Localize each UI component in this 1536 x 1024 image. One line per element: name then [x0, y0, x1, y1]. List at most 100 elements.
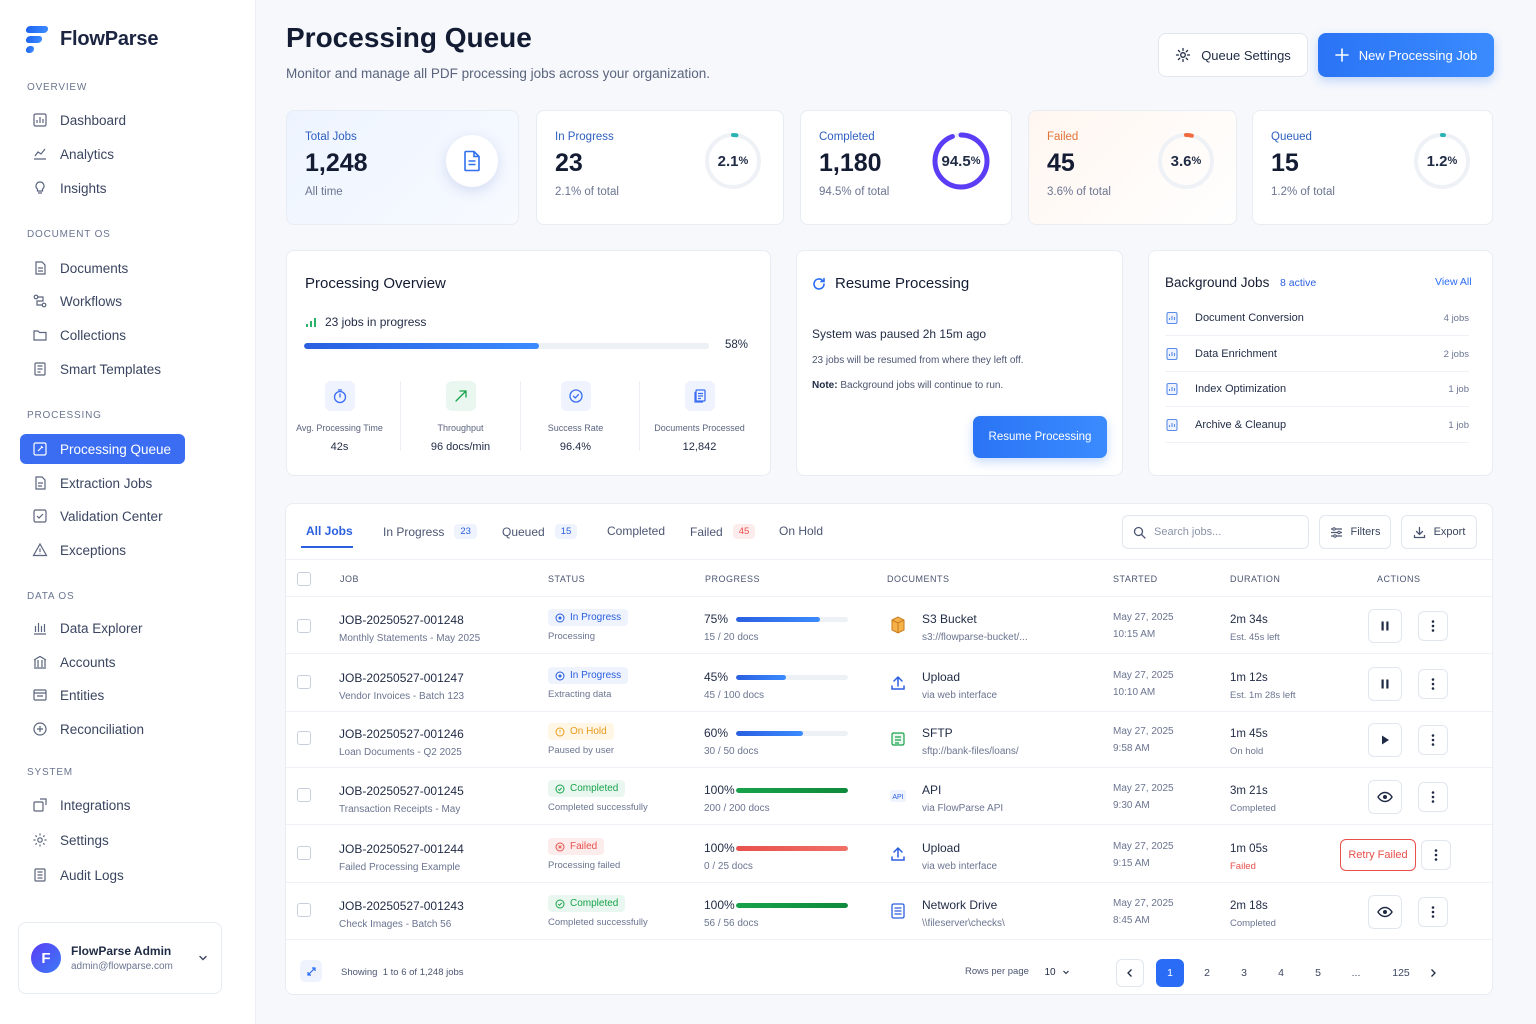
sidebar-item-settings[interactable]: Settings: [20, 825, 185, 855]
sidebar-item-label: Dashboard: [60, 112, 127, 128]
sidebar-item-exceptions[interactable]: Exceptions: [20, 535, 185, 565]
row-menu-button[interactable]: [1418, 782, 1448, 812]
search-input[interactable]: [1154, 526, 1294, 538]
metric-label: Documents Processed: [654, 423, 745, 433]
sidebar-item-workflows[interactable]: Workflows: [20, 286, 185, 316]
sidebar-item-accounts[interactable]: Accounts: [20, 647, 185, 677]
sidebar-item-extraction-jobs[interactable]: Extraction Jobs: [20, 468, 185, 498]
document-icon: [32, 260, 48, 276]
job-id[interactable]: JOB-20250527-001246: [339, 727, 464, 741]
background-job-row[interactable]: Data Enrichment 2 jobs: [1165, 337, 1469, 372]
row-checkbox[interactable]: [297, 846, 311, 860]
row-menu-button[interactable]: [1421, 840, 1451, 870]
documents-icon: [684, 381, 715, 411]
column-header: DOCUMENTS: [887, 574, 950, 584]
view-all-link[interactable]: View All: [1435, 276, 1472, 288]
sidebar-item-validation-center[interactable]: Validation Center: [20, 501, 185, 531]
user-card[interactable]: F FlowParse Admin admin@flowparse.com: [18, 922, 222, 994]
next-page-button[interactable]: [1419, 959, 1447, 987]
select-all-checkbox[interactable]: [297, 572, 311, 586]
page-button[interactable]: 125: [1384, 959, 1418, 987]
progress-docs: 30 / 50 docs: [704, 746, 759, 757]
tab-count: 23: [454, 524, 477, 539]
background-job-row[interactable]: Index Optimization 1 job: [1165, 372, 1469, 407]
sidebar-item-data-explorer[interactable]: Data Explorer: [20, 613, 185, 643]
job-id[interactable]: JOB-20250527-001248: [339, 613, 480, 627]
percent-sign: %: [1447, 155, 1458, 167]
row-checkbox[interactable]: [297, 731, 311, 745]
job-id[interactable]: JOB-20250527-001245: [339, 784, 464, 798]
row-checkbox[interactable]: [297, 619, 311, 633]
column-header: STATUS: [548, 574, 586, 584]
flowparse-logo-icon: [24, 24, 50, 54]
job-id[interactable]: JOB-20250527-001247: [339, 671, 464, 685]
row-checkbox[interactable]: [297, 675, 311, 689]
table-row[interactable]: JOB-20250527-001248 Monthly Statements -…: [286, 597, 1492, 654]
s3-bucket-icon: [887, 614, 909, 636]
table-row[interactable]: JOB-20250527-001246 Loan Documents - Q2 …: [286, 711, 1492, 768]
new-processing-job-button[interactable]: New Processing Job: [1318, 33, 1494, 77]
source-detail: via web interface: [922, 861, 998, 872]
job-id[interactable]: JOB-20250527-001243: [339, 899, 464, 913]
table-row[interactable]: JOB-20250527-001247 Vendor Invoices - Ba…: [286, 655, 1492, 712]
job-id[interactable]: JOB-20250527-001244: [339, 842, 464, 856]
sidebar-item-collections[interactable]: Collections: [20, 320, 185, 350]
page-button[interactable]: 5: [1304, 959, 1332, 987]
filters-label: Filters: [1350, 526, 1381, 538]
duration-detail: Failed: [1230, 861, 1256, 872]
search-box[interactable]: [1122, 515, 1309, 549]
resume-button[interactable]: [1368, 723, 1402, 757]
tab-failed[interactable]: Failed 45: [690, 524, 756, 539]
page-button[interactable]: 2: [1193, 959, 1221, 987]
metric-label: Avg. Processing Time: [296, 423, 383, 433]
chevron-down-icon[interactable]: [197, 952, 209, 964]
view-button[interactable]: [1368, 780, 1402, 814]
pause-button[interactable]: [1368, 667, 1402, 701]
row-menu-button[interactable]: [1418, 725, 1448, 755]
table-row[interactable]: JOB-20250527-001244 Failed Processing Ex…: [286, 826, 1492, 883]
prev-page-button[interactable]: [1116, 959, 1144, 987]
tab-on-hold[interactable]: On Hold: [779, 524, 823, 538]
tab-all-jobs[interactable]: All Jobs: [306, 524, 353, 538]
export-button[interactable]: Export: [1401, 515, 1477, 549]
retry-failed-button[interactable]: Retry Failed: [1340, 839, 1416, 871]
tab-completed[interactable]: Completed: [607, 524, 665, 538]
sidebar-item-dashboard[interactable]: Dashboard: [20, 105, 185, 135]
sidebar-item-integrations[interactable]: Integrations: [20, 790, 185, 820]
tab-in-progress[interactable]: In Progress 23: [383, 524, 477, 539]
background-job-row[interactable]: Document Conversion 4 jobs: [1165, 301, 1469, 336]
sidebar-item-insights[interactable]: Insights: [20, 173, 185, 203]
background-job-row[interactable]: Archive & Cleanup 1 job: [1165, 408, 1469, 443]
sidebar-item-reconciliation[interactable]: Reconciliation: [20, 714, 185, 744]
tab-queued[interactable]: Queued 15: [502, 524, 578, 539]
view-button[interactable]: [1368, 895, 1402, 929]
row-menu-button[interactable]: [1418, 611, 1448, 641]
queue-settings-button[interactable]: Queue Settings: [1158, 33, 1308, 77]
sidebar-item-analytics[interactable]: Analytics: [20, 139, 185, 169]
sidebar-item-audit-logs[interactable]: Audit Logs: [20, 860, 185, 890]
sidebar-item-smart-templates[interactable]: Smart Templates: [20, 354, 185, 384]
more-vertical-icon: [1431, 678, 1435, 690]
sidebar-item-documents[interactable]: Documents: [20, 253, 185, 283]
nav-section-title: OVERVIEW: [27, 82, 88, 93]
progress-value: 100%: [704, 898, 735, 912]
row-checkbox[interactable]: [297, 788, 311, 802]
page-button[interactable]: 1: [1156, 959, 1184, 987]
pause-button[interactable]: [1368, 609, 1402, 643]
sidebar-item-processing-queue[interactable]: Processing Queue: [20, 434, 185, 464]
resume-processing-button[interactable]: Resume Processing: [973, 416, 1107, 458]
logo[interactable]: FlowParse: [24, 24, 158, 54]
table-row[interactable]: JOB-20250527-001245 Transaction Receipts…: [286, 768, 1492, 825]
page-button[interactable]: 4: [1267, 959, 1295, 987]
row-checkbox[interactable]: [297, 903, 311, 917]
row-menu-button[interactable]: [1418, 897, 1448, 927]
collapse-button[interactable]: [300, 960, 322, 982]
page-button[interactable]: 3: [1230, 959, 1258, 987]
rows-per-page-select[interactable]: 10: [1038, 959, 1076, 985]
clock-icon: [555, 727, 565, 736]
row-menu-button[interactable]: [1418, 669, 1448, 699]
sidebar-item-entities[interactable]: Entities: [20, 680, 185, 710]
filters-button[interactable]: Filters: [1319, 515, 1391, 549]
table-row[interactable]: JOB-20250527-001243 Check Images - Batch…: [286, 883, 1492, 940]
gear-icon: [1176, 47, 1191, 63]
